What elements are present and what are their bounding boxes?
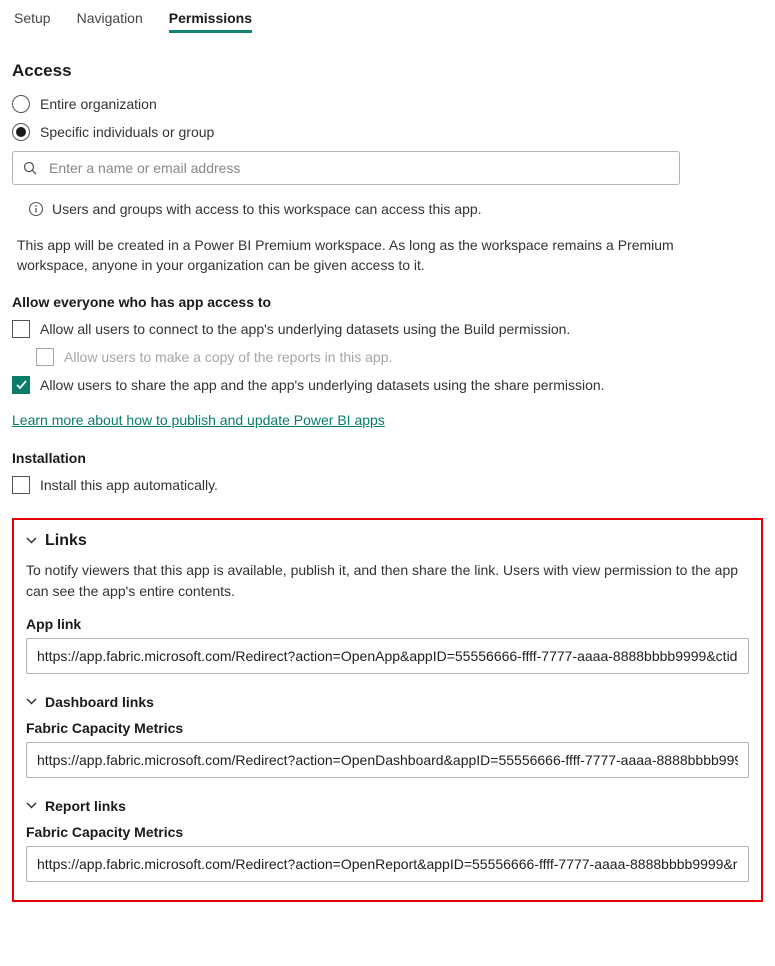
app-link-label: App link	[26, 616, 749, 632]
checkbox-copy-reports	[36, 348, 54, 366]
access-heading: Access	[12, 61, 763, 81]
dashboard-links-toggle[interactable]: Dashboard links	[26, 694, 749, 710]
links-section: Links To notify viewers that this app is…	[12, 518, 763, 902]
learn-more-link[interactable]: Learn more about how to publish and upda…	[12, 412, 385, 428]
checkbox-install-label: Install this app automatically.	[40, 477, 218, 493]
tab-navigation[interactable]: Navigation	[77, 10, 143, 33]
checkbox-share-label: Allow users to share the app and the app…	[40, 377, 605, 393]
radio-label-entire-organization: Entire organization	[40, 96, 157, 112]
check-row-install[interactable]: Install this app automatically.	[12, 476, 763, 494]
tab-permissions[interactable]: Permissions	[169, 10, 252, 33]
chevron-down-icon	[26, 696, 37, 707]
app-link-input[interactable]	[26, 638, 749, 674]
report-links-heading: Report links	[45, 798, 126, 814]
radio-specific-individuals[interactable]	[12, 123, 30, 141]
links-heading-toggle[interactable]: Links	[26, 532, 749, 550]
check-icon	[15, 379, 28, 390]
info-text: Users and groups with access to this wor…	[52, 201, 482, 217]
checkbox-share-permission[interactable]	[12, 376, 30, 394]
search-input[interactable]	[47, 159, 669, 177]
report-links-toggle[interactable]: Report links	[26, 798, 749, 814]
report-link-input[interactable]	[26, 846, 749, 882]
check-row-share[interactable]: Allow users to share the app and the app…	[12, 376, 763, 394]
search-icon	[23, 161, 37, 175]
installation-heading: Installation	[12, 450, 763, 466]
checkbox-copy-label: Allow users to make a copy of the report…	[64, 349, 392, 365]
report-item-label: Fabric Capacity Metrics	[26, 824, 749, 840]
checkbox-build-permission[interactable]	[12, 320, 30, 338]
radio-row-specific[interactable]: Specific individuals or group	[12, 123, 763, 141]
radio-row-entire-organization[interactable]: Entire organization	[12, 95, 763, 113]
radio-label-specific: Specific individuals or group	[40, 124, 214, 140]
check-row-copy: Allow users to make a copy of the report…	[36, 348, 763, 366]
checkbox-build-label: Allow all users to connect to the app's …	[40, 321, 570, 337]
dashboard-links-heading: Dashboard links	[45, 694, 154, 710]
tab-setup[interactable]: Setup	[14, 10, 51, 33]
links-heading: Links	[45, 532, 87, 550]
info-row: Users and groups with access to this wor…	[28, 201, 763, 217]
tab-bar: Setup Navigation Permissions	[12, 10, 763, 33]
links-description: To notify viewers that this app is avail…	[26, 560, 749, 602]
chevron-down-icon	[26, 800, 37, 811]
radio-entire-organization[interactable]	[12, 95, 30, 113]
info-icon	[28, 201, 44, 217]
dashboard-link-input[interactable]	[26, 742, 749, 778]
chevron-down-icon	[26, 535, 37, 546]
allow-heading: Allow everyone who has app access to	[12, 294, 763, 310]
search-box[interactable]	[12, 151, 680, 185]
dashboard-item-label: Fabric Capacity Metrics	[26, 720, 749, 736]
checkbox-install-auto[interactable]	[12, 476, 30, 494]
premium-note: This app will be created in a Power BI P…	[17, 235, 747, 276]
check-row-build[interactable]: Allow all users to connect to the app's …	[12, 320, 763, 338]
